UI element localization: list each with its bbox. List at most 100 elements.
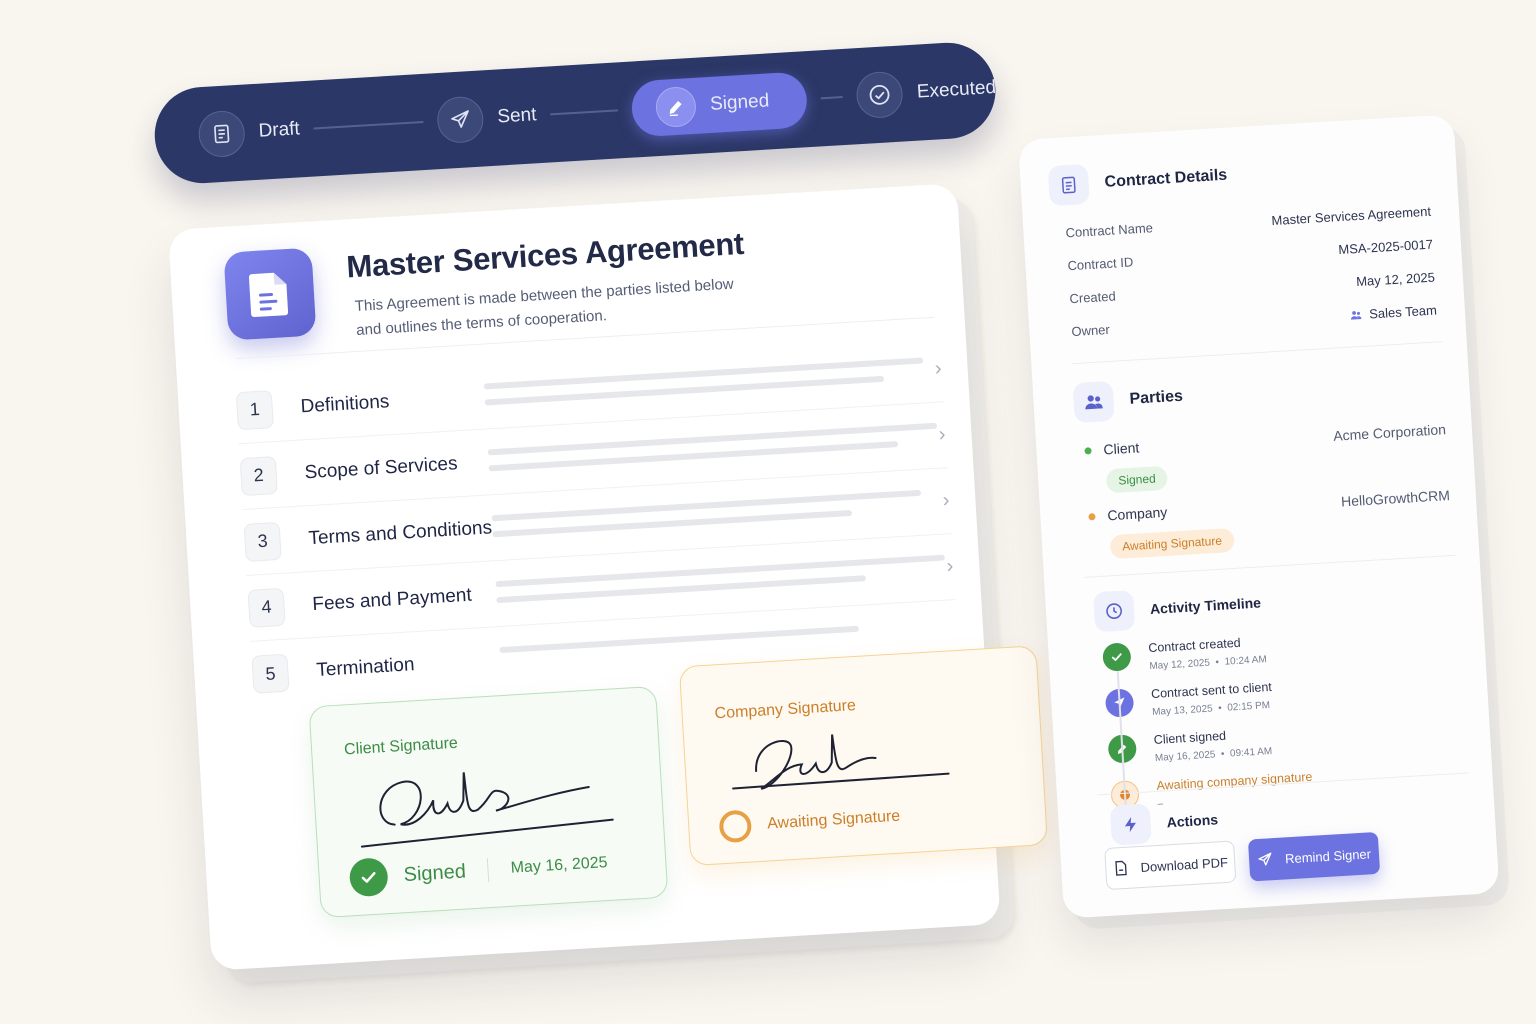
check-circle-icon: [348, 857, 389, 898]
timeline-date: May 12, 2025 • 10:24 AM: [1149, 654, 1268, 673]
download-pdf-button[interactable]: Download PDF: [1104, 840, 1237, 891]
text-placeholder: [487, 421, 938, 477]
step-label: Sent: [496, 104, 538, 128]
document-icon: [1047, 163, 1090, 207]
timeline-text: Contract created: [1147, 635, 1242, 656]
signature-title: Client Signature: [343, 734, 459, 759]
timeline-text: Client signed: [1153, 728, 1227, 747]
pen-icon: [655, 85, 698, 129]
timeline-title: Activity Timeline: [1149, 594, 1262, 617]
section-label: Definitions: [300, 390, 390, 417]
clock-icon: [1092, 589, 1136, 633]
client-signature-box[interactable]: Client Signature Signed May 16, 2025: [308, 685, 669, 919]
party-org: HelloGrowthCRM: [1340, 487, 1451, 510]
file-icon: [223, 247, 317, 341]
send-icon: [436, 95, 485, 145]
detail-value: May 12, 2025: [1355, 269, 1436, 290]
step-connector: [821, 96, 844, 100]
step-draft[interactable]: Draft: [197, 106, 301, 159]
chevron-right-icon: ›: [934, 357, 943, 380]
timeline-date: May 13, 2025 • 02:15 PM: [1151, 700, 1271, 719]
check-circle-icon: [855, 70, 905, 120]
remind-signer-button[interactable]: Remind Signer: [1247, 831, 1381, 882]
section-label: Fees and Payment: [311, 584, 473, 615]
detail-key: Contract ID: [1067, 254, 1134, 274]
detail-value: Master Services Agreement: [1271, 203, 1432, 229]
owner-value: Sales Team: [1368, 302, 1438, 322]
timeline-header: Activity Timeline: [1092, 582, 1262, 633]
detail-row: Contract Name Master Services Agreement: [1065, 204, 1431, 241]
status-badge: Signed: [1105, 465, 1169, 494]
section-number: 2: [239, 455, 278, 496]
file-download-icon: [1115, 860, 1128, 876]
step-executed[interactable]: Executed: [855, 65, 998, 120]
agreement-card: Master Services Agreement This Agreement…: [168, 183, 1049, 971]
timeline-date: May 16, 2025 • 09:41 AM: [1154, 746, 1273, 764]
section-label: Scope of Services: [303, 452, 459, 483]
actions-title: Actions: [1166, 811, 1219, 831]
company-signature-box[interactable]: Company Signature Awaiting Signature: [678, 645, 1049, 867]
activity-timeline: Contract created May 12, 2025 • 10:24 AM…: [1102, 623, 1464, 828]
timeline-item: Contract sent to client May 13, 2025 • 0…: [1104, 669, 1458, 721]
detail-key: Contract Name: [1065, 220, 1154, 241]
detail-row: Created May 12, 2025: [1069, 270, 1435, 307]
timeline-item: Client signed May 16, 2025 • 09:41 AM: [1107, 715, 1460, 767]
chevron-right-icon: ›: [942, 489, 951, 512]
text-placeholder: [491, 487, 930, 543]
send-icon: [1258, 852, 1272, 866]
step-label: Executed: [916, 76, 997, 103]
signature-title: Company Signature: [714, 697, 857, 723]
download-pdf-label: Download PDF: [1140, 854, 1229, 875]
step-signed[interactable]: Signed: [630, 71, 809, 138]
remind-signer-label: Remind Signer: [1284, 845, 1372, 866]
party-role: Client: [1103, 439, 1140, 458]
divider: [1084, 554, 1456, 578]
step-label: Signed: [709, 90, 770, 115]
timeline-text: Contract sent to client: [1150, 679, 1273, 702]
detail-row: Owner Sales Team: [1071, 302, 1437, 339]
divider: [1071, 341, 1443, 365]
status-dot: [1088, 512, 1096, 520]
actions-header: Actions: [1109, 799, 1220, 846]
section-label: Terms and Conditions: [307, 516, 493, 549]
contract-details-panel: Contract Details Contract Name Master Se…: [1018, 114, 1500, 919]
signed-label: Signed: [402, 859, 467, 886]
section-number: 3: [243, 521, 282, 562]
lightning-icon: [1109, 803, 1152, 846]
document-icon: [197, 109, 247, 159]
details-header: Contract Details: [1047, 156, 1229, 207]
detail-key: Created: [1069, 288, 1117, 307]
step-label: Draft: [258, 118, 301, 142]
details-title: Contract Details: [1104, 166, 1228, 191]
chevron-right-icon: [937, 633, 957, 634]
section-number: 4: [247, 587, 286, 628]
section-number: 1: [235, 389, 274, 430]
section-label: Termination: [315, 654, 416, 681]
section-number: 5: [251, 653, 290, 694]
step-sent[interactable]: Sent: [436, 92, 538, 145]
pending-icon: [718, 809, 753, 844]
party-company: Company HelloGrowthCRM Awaiting Signatur…: [1088, 487, 1452, 560]
detail-value: MSA-2025-0017: [1337, 236, 1434, 258]
awaiting-label: Awaiting Signature: [766, 807, 901, 833]
status-dot: [1084, 446, 1092, 455]
party-client: Client Acme Corporation Signed: [1084, 421, 1448, 494]
parties-title: Parties: [1129, 387, 1184, 408]
text-placeholder: [495, 553, 945, 609]
detail-row: Contract ID MSA-2025-0017: [1067, 237, 1433, 274]
step-connector: [550, 109, 619, 116]
team-icon: [1351, 310, 1362, 320]
contract-status-bar: Draft Sent Signed Executed: [152, 40, 999, 186]
parties-header: Parties: [1072, 377, 1185, 424]
party-role: Company: [1106, 503, 1168, 524]
party-org: Acme Corporation: [1332, 421, 1447, 444]
users-icon: [1072, 380, 1115, 424]
client-signature-drawing: [360, 772, 614, 848]
agreement-subtitle: This Agreement is made between the parti…: [354, 275, 735, 339]
step-connector: [313, 120, 424, 130]
divider: [487, 858, 490, 883]
text-placeholder: [483, 355, 924, 411]
company-signature-drawing: [732, 734, 950, 790]
detail-key: Owner: [1071, 321, 1111, 340]
detail-value-owner: Sales Team: [1349, 302, 1437, 322]
